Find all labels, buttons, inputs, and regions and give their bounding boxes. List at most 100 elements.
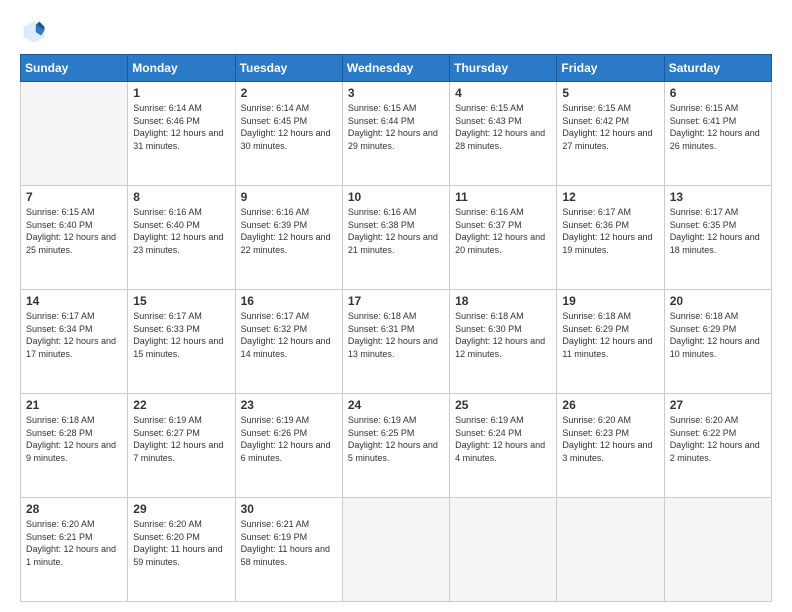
calendar-cell: 19 Sunrise: 6:18 AMSunset: 6:29 PMDaylig… — [557, 290, 664, 394]
day-number: 15 — [133, 294, 229, 308]
day-number: 11 — [455, 190, 551, 204]
calendar-cell: 7 Sunrise: 6:15 AMSunset: 6:40 PMDayligh… — [21, 186, 128, 290]
calendar-cell: 29 Sunrise: 6:20 AMSunset: 6:20 PMDaylig… — [128, 498, 235, 602]
calendar-cell: 14 Sunrise: 6:17 AMSunset: 6:34 PMDaylig… — [21, 290, 128, 394]
calendar-cell: 2 Sunrise: 6:14 AMSunset: 6:45 PMDayligh… — [235, 82, 342, 186]
cell-text: Sunrise: 6:15 AMSunset: 6:41 PMDaylight:… — [670, 102, 766, 152]
calendar-cell: 3 Sunrise: 6:15 AMSunset: 6:44 PMDayligh… — [342, 82, 449, 186]
day-number: 22 — [133, 398, 229, 412]
calendar-body: 1 Sunrise: 6:14 AMSunset: 6:46 PMDayligh… — [21, 82, 772, 602]
weekday-header: Saturday — [664, 55, 771, 82]
logo — [20, 18, 52, 46]
calendar-week-row: 28 Sunrise: 6:20 AMSunset: 6:21 PMDaylig… — [21, 498, 772, 602]
cell-text: Sunrise: 6:17 AMSunset: 6:35 PMDaylight:… — [670, 206, 766, 256]
logo-icon — [20, 18, 48, 46]
cell-text: Sunrise: 6:18 AMSunset: 6:29 PMDaylight:… — [670, 310, 766, 360]
weekday-header: Thursday — [450, 55, 557, 82]
cell-text: Sunrise: 6:19 AMSunset: 6:25 PMDaylight:… — [348, 414, 444, 464]
calendar-cell: 30 Sunrise: 6:21 AMSunset: 6:19 PMDaylig… — [235, 498, 342, 602]
cell-text: Sunrise: 6:18 AMSunset: 6:31 PMDaylight:… — [348, 310, 444, 360]
calendar-cell: 24 Sunrise: 6:19 AMSunset: 6:25 PMDaylig… — [342, 394, 449, 498]
cell-text: Sunrise: 6:14 AMSunset: 6:45 PMDaylight:… — [241, 102, 337, 152]
day-number: 12 — [562, 190, 658, 204]
day-number: 21 — [26, 398, 122, 412]
calendar-week-row: 14 Sunrise: 6:17 AMSunset: 6:34 PMDaylig… — [21, 290, 772, 394]
weekday-header: Tuesday — [235, 55, 342, 82]
cell-text: Sunrise: 6:18 AMSunset: 6:29 PMDaylight:… — [562, 310, 658, 360]
header — [20, 18, 772, 46]
cell-text: Sunrise: 6:17 AMSunset: 6:36 PMDaylight:… — [562, 206, 658, 256]
day-number: 23 — [241, 398, 337, 412]
day-number: 19 — [562, 294, 658, 308]
cell-text: Sunrise: 6:20 AMSunset: 6:21 PMDaylight:… — [26, 518, 122, 568]
calendar-week-row: 7 Sunrise: 6:15 AMSunset: 6:40 PMDayligh… — [21, 186, 772, 290]
day-number: 25 — [455, 398, 551, 412]
cell-text: Sunrise: 6:15 AMSunset: 6:44 PMDaylight:… — [348, 102, 444, 152]
page: SundayMondayTuesdayWednesdayThursdayFrid… — [0, 0, 792, 612]
cell-text: Sunrise: 6:15 AMSunset: 6:40 PMDaylight:… — [26, 206, 122, 256]
day-number: 14 — [26, 294, 122, 308]
day-number: 20 — [670, 294, 766, 308]
day-number: 16 — [241, 294, 337, 308]
calendar-cell: 11 Sunrise: 6:16 AMSunset: 6:37 PMDaylig… — [450, 186, 557, 290]
calendar-cell: 8 Sunrise: 6:16 AMSunset: 6:40 PMDayligh… — [128, 186, 235, 290]
calendar-cell: 1 Sunrise: 6:14 AMSunset: 6:46 PMDayligh… — [128, 82, 235, 186]
calendar-cell: 9 Sunrise: 6:16 AMSunset: 6:39 PMDayligh… — [235, 186, 342, 290]
cell-text: Sunrise: 6:16 AMSunset: 6:38 PMDaylight:… — [348, 206, 444, 256]
calendar-week-row: 21 Sunrise: 6:18 AMSunset: 6:28 PMDaylig… — [21, 394, 772, 498]
calendar-cell: 15 Sunrise: 6:17 AMSunset: 6:33 PMDaylig… — [128, 290, 235, 394]
cell-text: Sunrise: 6:16 AMSunset: 6:39 PMDaylight:… — [241, 206, 337, 256]
weekday-header-row: SundayMondayTuesdayWednesdayThursdayFrid… — [21, 55, 772, 82]
weekday-header: Wednesday — [342, 55, 449, 82]
cell-text: Sunrise: 6:20 AMSunset: 6:23 PMDaylight:… — [562, 414, 658, 464]
calendar-cell: 22 Sunrise: 6:19 AMSunset: 6:27 PMDaylig… — [128, 394, 235, 498]
day-number: 18 — [455, 294, 551, 308]
cell-text: Sunrise: 6:16 AMSunset: 6:40 PMDaylight:… — [133, 206, 229, 256]
weekday-header: Sunday — [21, 55, 128, 82]
calendar-cell: 23 Sunrise: 6:19 AMSunset: 6:26 PMDaylig… — [235, 394, 342, 498]
day-number: 9 — [241, 190, 337, 204]
cell-text: Sunrise: 6:19 AMSunset: 6:26 PMDaylight:… — [241, 414, 337, 464]
cell-text: Sunrise: 6:16 AMSunset: 6:37 PMDaylight:… — [455, 206, 551, 256]
day-number: 17 — [348, 294, 444, 308]
day-number: 30 — [241, 502, 337, 516]
day-number: 28 — [26, 502, 122, 516]
day-number: 7 — [26, 190, 122, 204]
calendar-cell: 10 Sunrise: 6:16 AMSunset: 6:38 PMDaylig… — [342, 186, 449, 290]
day-number: 3 — [348, 86, 444, 100]
cell-text: Sunrise: 6:17 AMSunset: 6:34 PMDaylight:… — [26, 310, 122, 360]
cell-text: Sunrise: 6:14 AMSunset: 6:46 PMDaylight:… — [133, 102, 229, 152]
weekday-header: Friday — [557, 55, 664, 82]
day-number: 8 — [133, 190, 229, 204]
cell-text: Sunrise: 6:15 AMSunset: 6:43 PMDaylight:… — [455, 102, 551, 152]
calendar-cell: 21 Sunrise: 6:18 AMSunset: 6:28 PMDaylig… — [21, 394, 128, 498]
cell-text: Sunrise: 6:18 AMSunset: 6:30 PMDaylight:… — [455, 310, 551, 360]
calendar-cell — [21, 82, 128, 186]
cell-text: Sunrise: 6:18 AMSunset: 6:28 PMDaylight:… — [26, 414, 122, 464]
cell-text: Sunrise: 6:19 AMSunset: 6:27 PMDaylight:… — [133, 414, 229, 464]
calendar-cell: 4 Sunrise: 6:15 AMSunset: 6:43 PMDayligh… — [450, 82, 557, 186]
cell-text: Sunrise: 6:21 AMSunset: 6:19 PMDaylight:… — [241, 518, 337, 568]
calendar-cell: 28 Sunrise: 6:20 AMSunset: 6:21 PMDaylig… — [21, 498, 128, 602]
cell-text: Sunrise: 6:20 AMSunset: 6:22 PMDaylight:… — [670, 414, 766, 464]
cell-text: Sunrise: 6:15 AMSunset: 6:42 PMDaylight:… — [562, 102, 658, 152]
cell-text: Sunrise: 6:17 AMSunset: 6:33 PMDaylight:… — [133, 310, 229, 360]
calendar-week-row: 1 Sunrise: 6:14 AMSunset: 6:46 PMDayligh… — [21, 82, 772, 186]
calendar-cell: 17 Sunrise: 6:18 AMSunset: 6:31 PMDaylig… — [342, 290, 449, 394]
calendar-cell — [557, 498, 664, 602]
calendar-cell: 20 Sunrise: 6:18 AMSunset: 6:29 PMDaylig… — [664, 290, 771, 394]
calendar-cell: 6 Sunrise: 6:15 AMSunset: 6:41 PMDayligh… — [664, 82, 771, 186]
calendar-cell: 5 Sunrise: 6:15 AMSunset: 6:42 PMDayligh… — [557, 82, 664, 186]
day-number: 29 — [133, 502, 229, 516]
calendar-cell — [664, 498, 771, 602]
day-number: 27 — [670, 398, 766, 412]
calendar-cell: 16 Sunrise: 6:17 AMSunset: 6:32 PMDaylig… — [235, 290, 342, 394]
calendar-cell — [450, 498, 557, 602]
day-number: 5 — [562, 86, 658, 100]
calendar-cell — [342, 498, 449, 602]
calendar-table: SundayMondayTuesdayWednesdayThursdayFrid… — [20, 54, 772, 602]
day-number: 6 — [670, 86, 766, 100]
calendar-cell: 27 Sunrise: 6:20 AMSunset: 6:22 PMDaylig… — [664, 394, 771, 498]
calendar-cell: 13 Sunrise: 6:17 AMSunset: 6:35 PMDaylig… — [664, 186, 771, 290]
calendar-cell: 26 Sunrise: 6:20 AMSunset: 6:23 PMDaylig… — [557, 394, 664, 498]
